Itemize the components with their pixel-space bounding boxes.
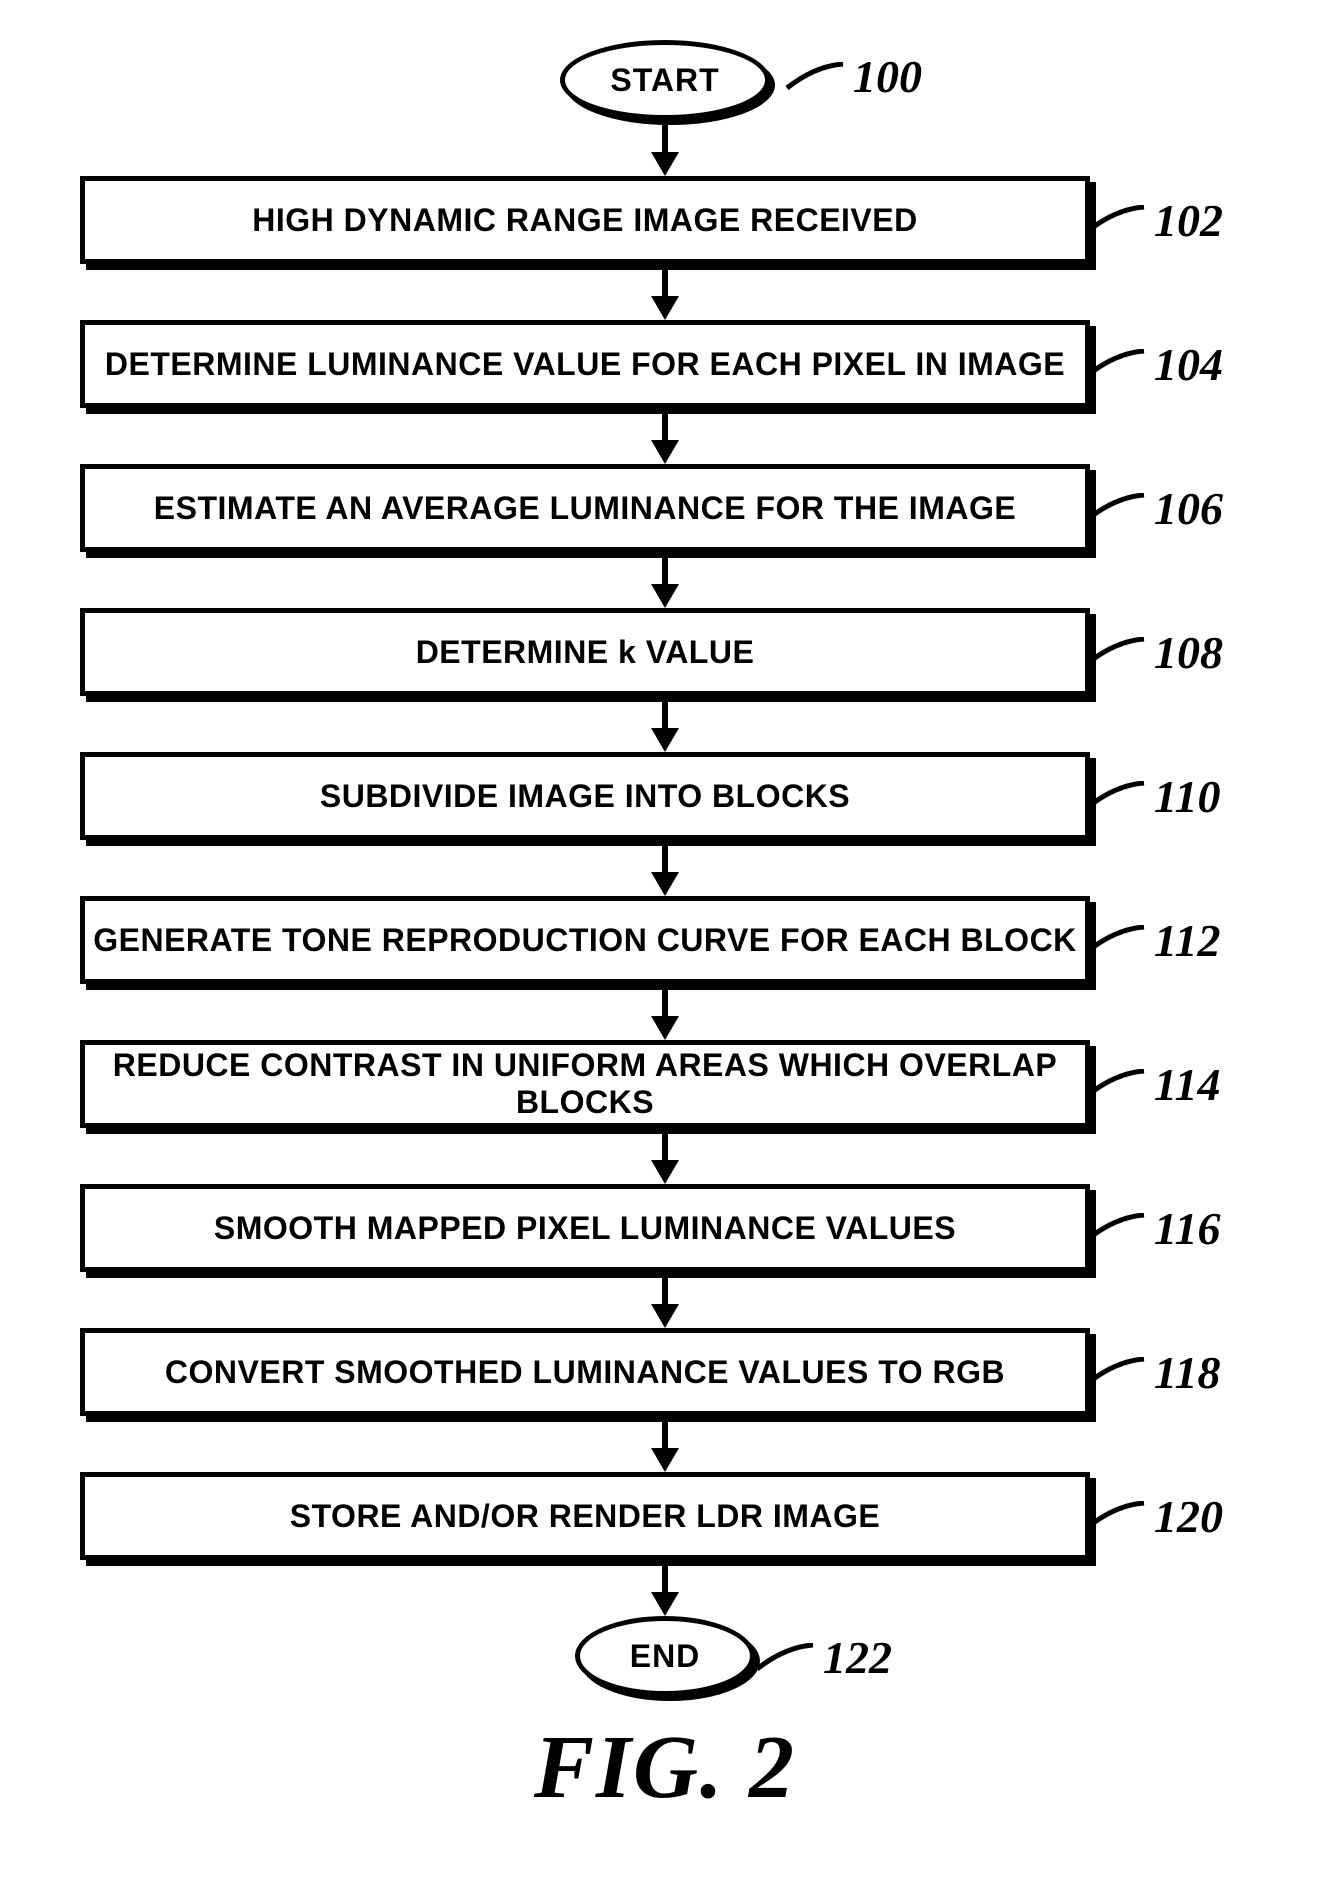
- step-ref: 116: [1154, 1202, 1220, 1255]
- arrow: [20, 1416, 1310, 1472]
- leader-line-icon: [1086, 637, 1146, 667]
- leader-line-icon: [1086, 205, 1146, 235]
- leader-line-icon: [785, 62, 845, 92]
- arrow-down-icon: [645, 1128, 685, 1184]
- arrow: [20, 1272, 1310, 1328]
- start-terminal-row: START 100: [20, 40, 1310, 120]
- arrow: [20, 1128, 1310, 1184]
- start-ref: 100: [853, 50, 922, 103]
- arrow: [20, 120, 1310, 176]
- process-box: GENERATE TONE REPRODUCTION CURVE FOR EAC…: [80, 896, 1090, 984]
- start-terminal: START: [560, 40, 770, 120]
- arrow-down-icon: [645, 552, 685, 608]
- end-ref-wrap: 122: [755, 1631, 892, 1684]
- figure-label: FIG. 2: [534, 1716, 796, 1819]
- arrow: [20, 984, 1310, 1040]
- process-box: HIGH DYNAMIC RANGE IMAGE RECEIVED: [80, 176, 1090, 264]
- step-ref: 108: [1154, 626, 1223, 679]
- arrow: [20, 552, 1310, 608]
- leader-line-icon: [1086, 1357, 1146, 1387]
- ref-wrap: 104: [1086, 338, 1223, 391]
- step-row: DETERMINE k VALUE 108: [20, 608, 1310, 696]
- ref-wrap: 112: [1086, 914, 1220, 967]
- step-ref: 118: [1154, 1346, 1220, 1399]
- end-terminal: END: [575, 1616, 755, 1696]
- step-ref: 114: [1154, 1058, 1220, 1111]
- ref-wrap: 114: [1086, 1058, 1220, 1111]
- arrow: [20, 840, 1310, 896]
- process-box: CONVERT SMOOTHED LUMINANCE VALUES TO RGB: [80, 1328, 1090, 1416]
- leader-line-icon: [1086, 925, 1146, 955]
- arrow-down-icon: [645, 1416, 685, 1472]
- leader-line-icon: [755, 1643, 815, 1673]
- step-row: HIGH DYNAMIC RANGE IMAGE RECEIVED 102: [20, 176, 1310, 264]
- step-ref: 110: [1154, 770, 1220, 823]
- leader-line-icon: [1086, 1501, 1146, 1531]
- arrow-down-icon: [645, 120, 685, 176]
- step-ref: 120: [1154, 1490, 1223, 1543]
- process-box: DETERMINE LUMINANCE VALUE FOR EACH PIXEL…: [80, 320, 1090, 408]
- process-box: SMOOTH MAPPED PIXEL LUMINANCE VALUES: [80, 1184, 1090, 1272]
- step-ref: 106: [1154, 482, 1223, 535]
- step-row: CONVERT SMOOTHED LUMINANCE VALUES TO RGB…: [20, 1328, 1310, 1416]
- process-box: SUBDIVIDE IMAGE INTO BLOCKS: [80, 752, 1090, 840]
- step-ref: 112: [1154, 914, 1220, 967]
- leader-line-icon: [1086, 493, 1146, 523]
- arrow-down-icon: [645, 408, 685, 464]
- ref-wrap: 102: [1086, 194, 1223, 247]
- process-box: REDUCE CONTRAST IN UNIFORM AREAS WHICH O…: [80, 1040, 1090, 1128]
- leader-line-icon: [1086, 349, 1146, 379]
- step-row: SUBDIVIDE IMAGE INTO BLOCKS 110: [20, 752, 1310, 840]
- ref-wrap: 118: [1086, 1346, 1220, 1399]
- ref-wrap: 120: [1086, 1490, 1223, 1543]
- arrow-down-icon: [645, 840, 685, 896]
- process-box: ESTIMATE AN AVERAGE LUMINANCE FOR THE IM…: [80, 464, 1090, 552]
- arrow: [20, 1560, 1310, 1616]
- arrow-down-icon: [645, 696, 685, 752]
- arrow: [20, 264, 1310, 320]
- flowchart: START 100 HIGH DYNAMIC RANGE IMAGE RECEI…: [20, 40, 1310, 1819]
- leader-line-icon: [1086, 1069, 1146, 1099]
- arrow-down-icon: [645, 1272, 685, 1328]
- arrow-down-icon: [645, 1560, 685, 1616]
- step-row: STORE AND/OR RENDER LDR IMAGE 120: [20, 1472, 1310, 1560]
- ref-wrap: 110: [1086, 770, 1220, 823]
- step-ref: 102: [1154, 194, 1223, 247]
- step-ref: 104: [1154, 338, 1223, 391]
- arrow: [20, 696, 1310, 752]
- process-box: DETERMINE k VALUE: [80, 608, 1090, 696]
- step-row: DETERMINE LUMINANCE VALUE FOR EACH PIXEL…: [20, 320, 1310, 408]
- end-ref: 122: [823, 1631, 892, 1684]
- arrow-down-icon: [645, 264, 685, 320]
- leader-line-icon: [1086, 1213, 1146, 1243]
- step-row: ESTIMATE AN AVERAGE LUMINANCE FOR THE IM…: [20, 464, 1310, 552]
- arrow: [20, 408, 1310, 464]
- arrow-down-icon: [645, 984, 685, 1040]
- ref-wrap: 116: [1086, 1202, 1220, 1255]
- step-row: GENERATE TONE REPRODUCTION CURVE FOR EAC…: [20, 896, 1310, 984]
- leader-line-icon: [1086, 781, 1146, 811]
- end-terminal-row: END 122: [20, 1616, 1310, 1696]
- ref-wrap: 106: [1086, 482, 1223, 535]
- ref-wrap: 108: [1086, 626, 1223, 679]
- step-row: REDUCE CONTRAST IN UNIFORM AREAS WHICH O…: [20, 1040, 1310, 1128]
- step-row: SMOOTH MAPPED PIXEL LUMINANCE VALUES 116: [20, 1184, 1310, 1272]
- process-box: STORE AND/OR RENDER LDR IMAGE: [80, 1472, 1090, 1560]
- start-ref-wrap: 100: [785, 50, 922, 103]
